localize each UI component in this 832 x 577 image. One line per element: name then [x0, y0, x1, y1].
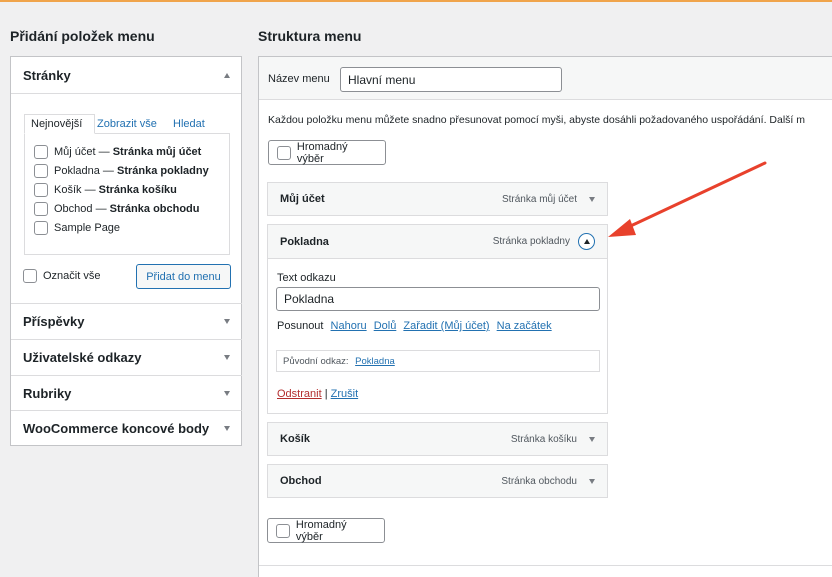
bulk-select-top-button[interactable]: Hromadný výběr — [268, 140, 386, 165]
move-up-link[interactable]: Nahoru — [331, 320, 367, 332]
page-option-shop[interactable]: Obchod — Stránka obchodu — [34, 202, 200, 216]
page-option-name: Můj účet — [54, 146, 96, 158]
menu-item-shop[interactable]: Obchod Stránka obchodu — [267, 464, 608, 498]
menu-item-type: Stránka pokladny — [492, 236, 570, 247]
chevron-down-icon[interactable] — [224, 319, 230, 324]
move-links-row: Posunout Nahoru Dolů Zařadit (Můj účet) … — [277, 320, 552, 332]
tab-latest-label: Nejnovější — [31, 118, 83, 130]
tab-latest[interactable]: Nejnovější — [24, 114, 95, 134]
menu-name-bar: Název menu Hlavní menu — [259, 57, 832, 100]
remove-link[interactable]: Odstranit — [277, 388, 322, 400]
menu-item-title: Můj účet — [280, 193, 325, 205]
checkbox[interactable] — [34, 202, 48, 216]
chevron-up-icon[interactable] — [224, 72, 230, 78]
original-link-label: Původní odkaz: — [283, 356, 349, 367]
chevron-down-icon[interactable] — [224, 426, 230, 431]
pages-panel: Nejnovější Zobrazit vše Hledat Můj účet … — [11, 93, 241, 303]
custom-links-section-title: Uživatelské odkazy — [23, 350, 142, 365]
menu-name-label: Název menu — [268, 73, 330, 85]
menu-items-accordion: Stránky Nejnovější Zobrazit vše Hledat M… — [10, 56, 242, 446]
menu-item-my-account[interactable]: Můj účet Stránka můj účet — [267, 182, 608, 216]
categories-section-title: Rubriky — [23, 386, 72, 401]
menu-item-type: Stránka košíku — [510, 433, 577, 445]
move-under-link[interactable]: Zařadit (Můj účet) — [403, 320, 489, 332]
categories-section-header[interactable]: Rubriky — [11, 375, 242, 411]
woocommerce-endpoints-section-header[interactable]: WooCommerce koncové body — [11, 410, 242, 446]
move-to-top-link[interactable]: Na začátek — [497, 320, 552, 332]
chevron-down-icon[interactable] — [589, 478, 595, 484]
page-option-type: Stránka košíku — [98, 184, 177, 196]
page-option-name: Sample Page — [54, 222, 121, 234]
checkbox[interactable] — [277, 145, 291, 160]
original-link-box: Původní odkaz: Pokladna — [276, 350, 600, 372]
pages-section-title: Stránky — [23, 67, 71, 83]
select-all-option[interactable]: Označit vše — [23, 269, 100, 283]
chevron-down-icon[interactable] — [589, 436, 595, 442]
custom-links-section-header[interactable]: Uživatelské odkazy — [11, 339, 242, 375]
menu-item-title: Pokladna — [280, 235, 329, 248]
page-option-name: Košík — [54, 184, 82, 196]
page-option-sample[interactable]: Sample Page — [34, 221, 120, 235]
cancel-link[interactable]: Zrušit — [331, 388, 359, 400]
bulk-select-bottom-button[interactable]: Hromadný výběr — [267, 518, 385, 543]
checkbox[interactable] — [34, 221, 48, 235]
page-option-type: Stránka můj účet — [112, 146, 202, 158]
add-to-menu-button[interactable]: Přidat do menu — [136, 264, 231, 289]
page-option-name: Obchod — [54, 203, 93, 215]
checkbox[interactable] — [276, 523, 290, 538]
chevron-down-icon[interactable] — [589, 196, 595, 202]
item-actions: Odstranit | Zrušit — [277, 388, 358, 400]
posts-section-title: Příspěvky — [23, 314, 85, 329]
page-option-type: Stránka pokladny — [117, 165, 209, 177]
menu-instructions: Každou položku menu můžete snadno přesun… — [268, 114, 805, 126]
add-menu-items-heading: Přidání položek menu — [10, 28, 155, 44]
page-option-checkout[interactable]: Pokladna — Stránka pokladny — [34, 164, 209, 178]
red-arrow-annotation — [608, 161, 767, 237]
page-option-type: Stránka obchodu — [109, 203, 200, 215]
move-label: Posunout — [277, 320, 324, 332]
original-link[interactable]: Pokladna — [355, 356, 395, 367]
pages-section-header[interactable]: Stránky — [11, 57, 242, 93]
select-all-label: Označit vše — [43, 270, 101, 282]
page-option-name: Pokladna — [54, 165, 100, 177]
menu-item-type: Stránka obchodu — [501, 475, 577, 487]
chevron-down-icon[interactable] — [224, 355, 230, 360]
menu-item-title: Košík — [280, 433, 310, 445]
menu-structure-heading: Struktura menu — [258, 28, 362, 44]
page-option-cart[interactable]: Košík — Stránka košíku — [34, 183, 177, 197]
menu-item-checkout[interactable]: Pokladna Stránka pokladny — [268, 225, 607, 259]
move-down-link[interactable]: Dolů — [374, 320, 397, 332]
bulk-select-label: Hromadný výběr — [295, 518, 347, 543]
bulk-select-label: Hromadný výběr — [296, 140, 348, 165]
menu-item-checkout-expanded: Pokladna Stránka pokladny Text odkazu Po… — [267, 224, 608, 414]
checkbox[interactable] — [34, 145, 48, 159]
separator: | — [324, 388, 328, 400]
chevron-down-icon[interactable] — [224, 391, 230, 396]
select-all-checkbox[interactable] — [23, 269, 37, 283]
footer-divider — [259, 565, 832, 566]
menu-name-input[interactable]: Hlavní menu — [340, 67, 562, 92]
checkbox[interactable] — [34, 183, 48, 197]
menu-item-title: Obchod — [280, 475, 322, 487]
checkbox[interactable] — [34, 164, 48, 178]
admin-top-border — [0, 0, 832, 2]
link-text-label: Text odkazu — [277, 272, 336, 284]
link-text-input[interactable]: Pokladna — [276, 287, 600, 311]
tab-view-all[interactable]: Zobrazit vše — [97, 118, 157, 130]
menu-item-type: Stránka můj účet — [501, 193, 577, 205]
pages-checklist: Můj účet — Stránka můj účet Pokladna — S… — [24, 133, 230, 255]
tab-search[interactable]: Hledat — [173, 118, 205, 130]
menu-item-cart[interactable]: Košík Stránka košíku — [267, 422, 608, 456]
collapse-item-button[interactable] — [578, 233, 595, 250]
posts-section-header[interactable]: Příspěvky — [11, 303, 242, 339]
page-option-my-account[interactable]: Můj účet — Stránka můj účet — [34, 145, 201, 159]
woocommerce-endpoints-section-title: WooCommerce koncové body — [23, 421, 210, 436]
chevron-up-icon — [583, 239, 590, 244]
